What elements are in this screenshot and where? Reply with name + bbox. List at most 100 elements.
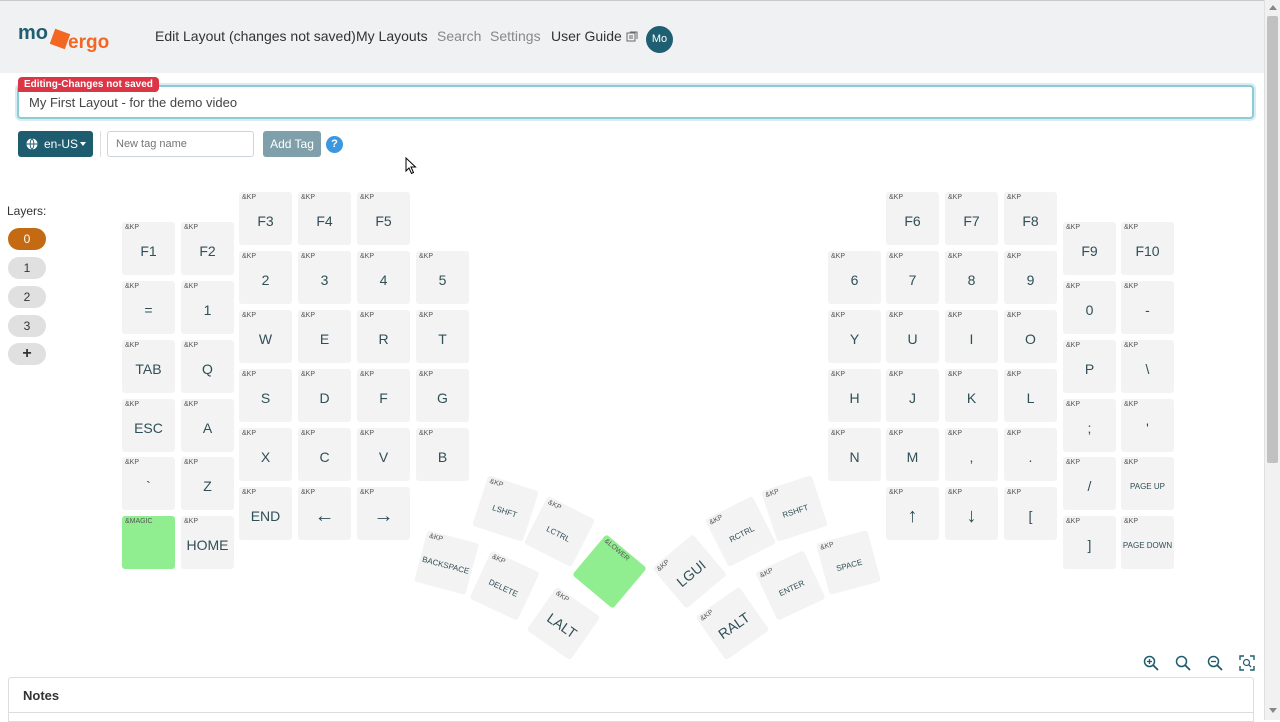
- key[interactable]: &KP →: [357, 487, 410, 540]
- key[interactable]: &KP F6: [886, 192, 939, 245]
- key[interactable]: &KP 8: [945, 251, 998, 304]
- key[interactable]: &KP]: [1063, 516, 1116, 569]
- key[interactable]: &KP \: [1121, 340, 1174, 393]
- key[interactable]: &KP ←: [298, 487, 351, 540]
- layer-button-0[interactable]: 0: [8, 228, 46, 250]
- key[interactable]: &KP L: [1004, 369, 1057, 422]
- scroll-up-icon[interactable]: [1269, 5, 1277, 10]
- key[interactable]: &KP N: [828, 428, 881, 481]
- key[interactable]: &KP I: [945, 310, 998, 363]
- key[interactable]: &KP -: [1121, 281, 1174, 334]
- key[interactable]: &KP F9: [1063, 222, 1116, 275]
- key[interactable]: &KP `: [122, 457, 175, 510]
- key[interactable]: &KP F8: [1004, 192, 1057, 245]
- key[interactable]: &KP J: [886, 369, 939, 422]
- key[interactable]: &KP B: [416, 428, 469, 481]
- key[interactable]: &KP G: [416, 369, 469, 422]
- key[interactable]: &KP W: [239, 310, 292, 363]
- key[interactable]: &KP F4: [298, 192, 351, 245]
- key[interactable]: &KP Z: [181, 457, 234, 510]
- key[interactable]: &KP 6: [828, 251, 881, 304]
- key[interactable]: &KP T: [416, 310, 469, 363]
- key[interactable]: &KP U: [886, 310, 939, 363]
- key[interactable]: &KP C: [298, 428, 351, 481]
- key[interactable]: &KP F3: [239, 192, 292, 245]
- key[interactable]: &KP F5: [357, 192, 410, 245]
- key[interactable]: &KP 2: [239, 251, 292, 304]
- key[interactable]: &KP 1: [181, 281, 234, 334]
- fit-screen-icon[interactable]: [1239, 655, 1255, 671]
- key[interactable]: &KP 5: [416, 251, 469, 304]
- key[interactable]: &KP F10: [1121, 222, 1174, 275]
- key[interactable]: &KP /: [1063, 457, 1116, 510]
- zoom-out-icon[interactable]: [1207, 655, 1223, 671]
- nav-user-guide[interactable]: User Guide: [551, 28, 638, 44]
- layout-name-input[interactable]: [17, 85, 1254, 119]
- help-icon[interactable]: ?: [326, 136, 343, 153]
- key[interactable]: &KP 7: [886, 251, 939, 304]
- key[interactable]: &KP Y: [828, 310, 881, 363]
- scroll-thumb[interactable]: [1267, 16, 1278, 463]
- nav-my-layouts[interactable]: My Layouts: [356, 28, 428, 44]
- key[interactable]: &KP 3: [298, 251, 351, 304]
- key[interactable]: &KP LALT: [526, 586, 601, 661]
- key[interactable]: &KP PAGE UP: [1121, 457, 1174, 510]
- nav-settings[interactable]: Settings: [490, 28, 541, 44]
- key[interactable]: &KP R: [357, 310, 410, 363]
- key[interactable]: &KP F7: [945, 192, 998, 245]
- key[interactable]: &KP 4: [357, 251, 410, 304]
- key[interactable]: &KP TAB: [122, 340, 175, 393]
- layer-button-2[interactable]: 2: [8, 286, 46, 308]
- key[interactable]: &KP M: [886, 428, 939, 481]
- key[interactable]: &KP DELETE: [469, 550, 540, 621]
- key[interactable]: &MAGIC: [122, 516, 175, 569]
- user-avatar[interactable]: Mo: [646, 26, 673, 53]
- moergo-logo[interactable]: mo ergo: [18, 17, 130, 61]
- key[interactable]: &KP E: [298, 310, 351, 363]
- nav-search[interactable]: Search: [437, 28, 481, 44]
- scroll-down-icon[interactable]: [1269, 708, 1277, 713]
- key[interactable]: &KP.: [1004, 428, 1057, 481]
- key[interactable]: &KP 9: [1004, 251, 1057, 304]
- key[interactable]: &KP ESC: [122, 399, 175, 452]
- key[interactable]: &KP[: [1004, 487, 1057, 540]
- key[interactable]: &KP SPACE: [816, 530, 881, 595]
- key[interactable]: &LOWER: [572, 534, 647, 609]
- layer-button-1[interactable]: 1: [8, 257, 46, 279]
- key[interactable]: &KP ↑: [886, 487, 939, 540]
- key[interactable]: &KP X: [239, 428, 292, 481]
- key[interactable]: &KP D: [298, 369, 351, 422]
- zoom-in-icon[interactable]: [1143, 655, 1159, 671]
- key[interactable]: &KP RSHFT: [761, 475, 828, 542]
- new-tag-input[interactable]: [107, 131, 254, 157]
- layer-button-3[interactable]: 3: [8, 315, 46, 337]
- locale-dropdown[interactable]: en-US: [18, 131, 93, 157]
- key[interactable]: &KP BACKSPACE: [414, 530, 479, 595]
- key[interactable]: &KP LGUI: [652, 534, 727, 609]
- key[interactable]: &KP HOME: [181, 516, 234, 569]
- key[interactable]: &KP K: [945, 369, 998, 422]
- page-scrollbar[interactable]: [1264, 0, 1280, 720]
- key[interactable]: &KP V: [357, 428, 410, 481]
- key[interactable]: &KP LCTRL: [523, 495, 596, 568]
- key[interactable]: &KP O: [1004, 310, 1057, 363]
- key[interactable]: &KP H: [828, 369, 881, 422]
- add-layer-button[interactable]: +: [8, 343, 46, 365]
- key[interactable]: &KP ENTER: [755, 550, 826, 621]
- nav-edit-layout[interactable]: Edit Layout (changes not saved): [155, 28, 356, 44]
- key[interactable]: &KP 0: [1063, 281, 1116, 334]
- key[interactable]: &KP ': [1121, 399, 1174, 452]
- key[interactable]: &KP;: [1063, 399, 1116, 452]
- zoom-out-icon[interactable]: [1175, 655, 1191, 671]
- key[interactable]: &KP A: [181, 399, 234, 452]
- key[interactable]: &KP PAGE DOWN: [1121, 516, 1174, 569]
- key[interactable]: &KP,: [945, 428, 998, 481]
- key[interactable]: &KP F2: [181, 222, 234, 275]
- key[interactable]: &KP =: [122, 281, 175, 334]
- key[interactable]: &KP F1: [122, 222, 175, 275]
- key[interactable]: &KP RALT: [695, 586, 770, 661]
- key[interactable]: &KP ↓: [945, 487, 998, 540]
- key[interactable]: &KP P: [1063, 340, 1116, 393]
- key[interactable]: &KP F: [357, 369, 410, 422]
- key[interactable]: &KP S: [239, 369, 292, 422]
